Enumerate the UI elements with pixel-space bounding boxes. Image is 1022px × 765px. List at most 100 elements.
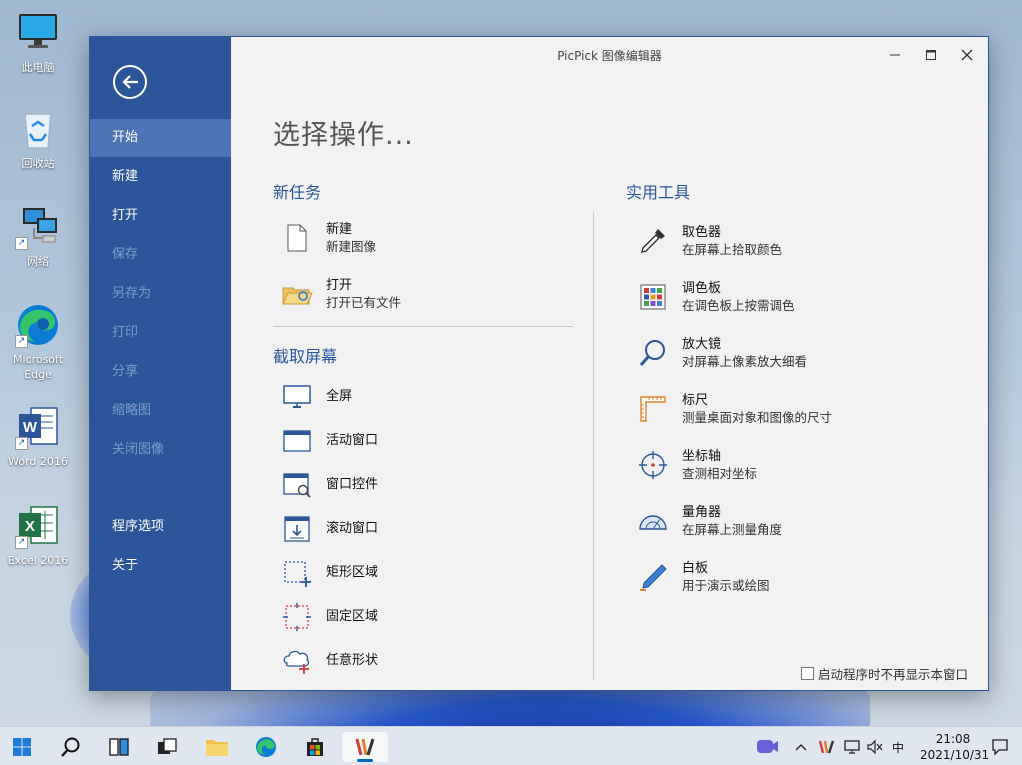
widgets-button[interactable]: [152, 732, 182, 762]
sidebar-item-start[interactable]: 开始: [90, 119, 231, 157]
desktop-icon-network[interactable]: ↗ 网络: [2, 204, 74, 269]
show-hidden-icons-button[interactable]: [789, 732, 813, 762]
close-icon: [961, 49, 973, 61]
desktop-icon-edge[interactable]: ↗ Microsoft Edge: [2, 302, 74, 382]
sidebar-item-about[interactable]: 关于: [90, 547, 231, 585]
item-label: 窗口控件: [326, 477, 379, 492]
scrolling-window-icon: [280, 512, 314, 546]
monitor-icon: [280, 380, 314, 414]
clock[interactable]: 21:08 2021/10/31: [920, 731, 989, 763]
freehand-shape-icon: [280, 644, 314, 678]
item-label: 活动窗口: [326, 433, 379, 448]
volume-tray-button[interactable]: [863, 732, 887, 762]
active-window-icon: [280, 424, 314, 458]
desktop-icon-excel[interactable]: X ↗ Excel 2016: [2, 503, 74, 568]
capture-scrolling-window[interactable]: 滚动窗口: [280, 509, 378, 549]
capture-fullscreen[interactable]: 全屏: [280, 377, 352, 417]
ime-indicator[interactable]: 中: [892, 739, 904, 756]
desktop-icon-recycle-bin[interactable]: 回收站: [2, 106, 74, 171]
item-label: 滚动窗口: [326, 521, 379, 536]
desktop-icon-label: Word 2016: [8, 455, 68, 468]
picpick-icon: [355, 738, 375, 756]
capture-freehand[interactable]: 任意形状: [280, 641, 378, 681]
notification-icon: [992, 739, 1008, 756]
capture-active-window[interactable]: 活动窗口: [280, 421, 378, 461]
item-label: 全屏: [326, 389, 353, 404]
minimize-button[interactable]: [881, 44, 909, 66]
widgets-icon: [158, 738, 177, 754]
desktop-icon-label: 网络: [27, 255, 49, 268]
tool-ruler[interactable]: 标尺 测量桌面对象和图像的尺寸: [636, 389, 832, 429]
rectangle-region-icon: [280, 556, 314, 590]
eyedropper-icon: [636, 224, 670, 258]
back-button[interactable]: [113, 65, 147, 99]
task-view-button[interactable]: [104, 732, 134, 762]
notifications-button[interactable]: [988, 732, 1012, 762]
item-label: 任意形状: [326, 653, 379, 668]
sidebar-item-share: 分享: [112, 364, 139, 379]
capture-fixed-region[interactable]: 固定区域: [280, 597, 378, 637]
volume-muted-icon: [867, 739, 883, 755]
open-file-item[interactable]: 打开 打开已有文件: [280, 274, 401, 314]
sidebar-item-save: 保存: [112, 247, 139, 262]
word-icon: W ↗: [15, 404, 61, 450]
column-divider: [593, 212, 594, 680]
section-title-new-task: 新任务: [273, 183, 322, 202]
section-title-tools: 实用工具: [626, 183, 691, 202]
picpick-taskbar-button[interactable]: [342, 732, 388, 762]
sidebar-item-options[interactable]: 程序选项: [90, 508, 231, 546]
back-arrow-icon: [122, 75, 138, 89]
tool-whiteboard[interactable]: 白板 用于演示或绘图: [636, 557, 770, 597]
edge-icon: ↗: [15, 302, 61, 348]
new-image-item[interactable]: 新建 新建图像: [280, 218, 376, 258]
ruler-icon: [636, 392, 670, 426]
chat-button[interactable]: [752, 732, 782, 762]
item-label: 调色板: [682, 280, 722, 296]
maximize-button[interactable]: [917, 44, 945, 66]
sidebar-item-new[interactable]: 新建: [90, 158, 231, 196]
active-app-indicator: [357, 759, 373, 762]
tool-crosshair[interactable]: 坐标轴 查测相对坐标: [636, 445, 757, 485]
palette-grid-icon: [636, 280, 670, 314]
close-button[interactable]: [953, 44, 981, 66]
network-tray-button[interactable]: [840, 732, 864, 762]
sidebar-item-open[interactable]: 打开: [90, 197, 231, 235]
search-icon: [61, 737, 80, 757]
tool-color-picker[interactable]: 取色器 在屏幕上拾取颜色: [636, 221, 782, 261]
tool-magnifier[interactable]: 放大镜 对屏幕上像素放大细看: [636, 333, 807, 373]
sidebar-item-save-as: 另存为: [112, 286, 152, 301]
minimize-icon: [890, 54, 900, 56]
capture-rectangle-region[interactable]: 矩形区域: [280, 553, 378, 593]
fixed-region-icon: [280, 600, 314, 634]
item-description: 打开已有文件: [326, 294, 402, 310]
item-label: 放大镜: [682, 336, 722, 352]
startup-checkbox-row[interactable]: 启动程序时不再显示本窗口: [801, 664, 968, 683]
desktop-icon-word[interactable]: W ↗ Word 2016: [2, 404, 74, 469]
file-explorer-button[interactable]: [202, 732, 232, 762]
startup-checkbox[interactable]: [801, 667, 814, 680]
picpick-window: 开始 新建 打开 保存 另存为 打印 分享 缩略图 关闭图像 程序选项 关于 P…: [89, 36, 989, 691]
crosshair-icon: [636, 448, 670, 482]
shortcut-arrow-icon: ↗: [15, 335, 28, 348]
desktop-icon-label: 此电脑: [21, 61, 55, 74]
shortcut-arrow-icon: ↗: [15, 437, 28, 450]
excel-icon: X ↗: [15, 503, 61, 549]
capture-window-control[interactable]: 窗口控件: [280, 465, 378, 505]
desktop-icon-label: Excel 2016: [7, 554, 69, 567]
search-button[interactable]: [56, 732, 86, 762]
desktop-icon-label: Microsoft Edge: [12, 353, 64, 381]
tool-palette[interactable]: 调色板 在调色板上按需调色: [636, 277, 795, 317]
item-description: 在屏幕上拾取颜色: [682, 241, 783, 257]
item-description: 对屏幕上像素放大细看: [682, 353, 808, 369]
title-bar[interactable]: PicPick 图像编辑器: [231, 37, 988, 73]
task-view-icon: [109, 738, 129, 756]
edge-button[interactable]: [251, 732, 281, 762]
desktop-icon-this-pc[interactable]: 此电脑: [2, 10, 74, 75]
clock-time: 21:08: [935, 732, 971, 746]
picpick-tray-icon: [818, 740, 835, 754]
start-button[interactable]: [7, 732, 37, 762]
store-button[interactable]: [300, 732, 330, 762]
item-label: 矩形区域: [326, 565, 379, 580]
tray-picpick-button[interactable]: [814, 732, 838, 762]
tool-protractor[interactable]: 量角器 在屏幕上测量角度: [636, 501, 782, 541]
